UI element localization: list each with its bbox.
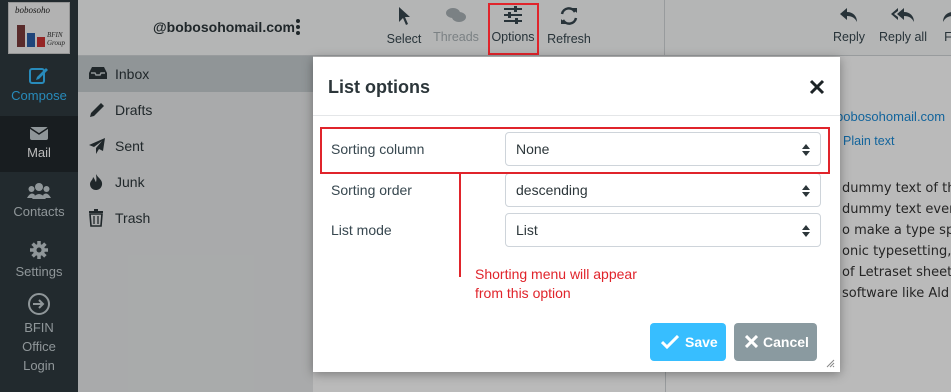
close-icon[interactable] [809,79,825,95]
list-mode-label: List mode [331,222,392,238]
close-icon [745,335,758,348]
options-highlight-annotation [488,3,539,55]
cancel-button[interactable]: Cancel [734,323,817,361]
cancel-label: Cancel [763,334,809,350]
list-mode-select[interactable]: List [505,213,821,247]
select-value: List [516,222,538,238]
sort-arrows-icon [802,225,810,237]
list-options-dialog: List options Sorting column None Sorting… [313,57,840,372]
dialog-title: List options [328,77,430,97]
dialog-header: List options [313,57,840,116]
save-button[interactable]: Save [650,323,726,361]
sorting-order-label: Sorting order [331,182,412,198]
save-label: Save [685,334,718,350]
sorting-column-highlight-annotation [320,127,830,174]
sort-arrows-icon [802,185,810,197]
annotation-text: Shorting menu will appear from this opti… [475,266,637,301]
annotation-pointer-line [459,173,461,277]
check-icon [661,335,679,349]
sorting-order-select[interactable]: descending [505,173,821,207]
resize-handle-icon[interactable] [825,358,835,368]
select-value: descending [516,182,588,198]
